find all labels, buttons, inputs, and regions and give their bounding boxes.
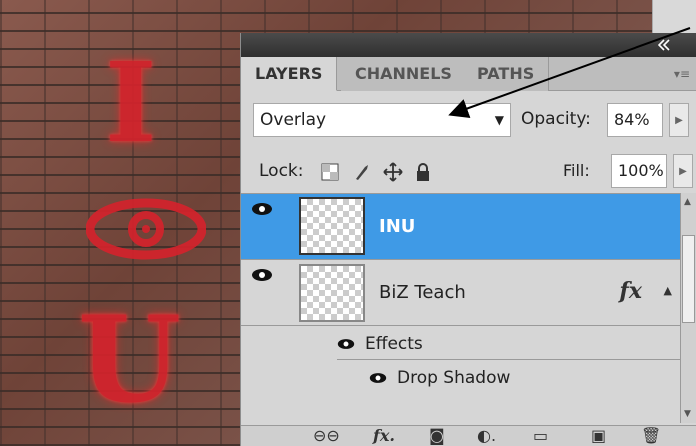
lock-position-icon[interactable] — [383, 162, 403, 182]
tab-paths[interactable]: PATHS — [463, 57, 550, 91]
tab-layers[interactable]: LAYERS — [241, 57, 338, 91]
new-group-icon[interactable]: ▭ — [533, 426, 548, 445]
delete-layer-icon[interactable]: 🗑 — [641, 426, 661, 445]
drop-shadow-eye-icon[interactable] — [369, 372, 387, 384]
collapse-panel-icon[interactable] — [658, 39, 670, 51]
lock-row: Lock: Fill: 100% ▶ — [253, 153, 696, 189]
layer-name[interactable]: BiZ Teach — [379, 282, 466, 303]
blend-mode-value: Overlay — [260, 110, 327, 130]
background-window-edge — [652, 0, 696, 36]
drop-shadow-label: Drop Shadow — [397, 368, 511, 388]
opacity-slider-button[interactable]: ▶ — [669, 103, 689, 137]
blend-mode-select[interactable]: Overlay ▼ — [253, 103, 511, 137]
graffiti-eye-icon — [86, 198, 206, 260]
chevron-down-icon[interactable]: ▼ — [495, 104, 504, 136]
lock-label: Lock: — [259, 161, 304, 181]
layers-scrollbar[interactable]: ▲ ▼ — [680, 193, 696, 423]
panel-titlebar[interactable] — [241, 33, 696, 57]
layers-panel: LAYERS CHANNELS PATHS ▾≡ Overlay ▼ Opaci… — [240, 33, 696, 446]
lock-image-pixels-icon[interactable] — [353, 163, 371, 181]
layer-row-biz-teach[interactable]: BiZ Teach fx ▲ — [241, 260, 696, 326]
scroll-down-icon[interactable]: ▼ — [684, 409, 691, 419]
effects-eye-icon[interactable] — [337, 338, 355, 350]
add-layer-style-icon[interactable]: fx. — [373, 426, 395, 445]
effects-group-row[interactable]: Effects — [337, 326, 696, 360]
fill-label: Fill: — [563, 161, 590, 180]
layer-thumbnail — [299, 197, 365, 255]
tab-channels[interactable]: CHANNELS — [341, 57, 467, 91]
layer-row-inu[interactable]: INU — [241, 194, 696, 260]
eye-visibility-icon[interactable] — [247, 268, 277, 312]
blend-row: Overlay ▼ Opacity: 84% ▶ — [253, 103, 696, 139]
new-layer-icon[interactable]: ▣ — [591, 426, 606, 445]
layers-list: INU BiZ Teach fx ▲ Effects Drop Shadow — [241, 193, 696, 423]
opacity-label: Opacity: — [521, 109, 591, 129]
effects-label: Effects — [365, 334, 423, 354]
fill-input[interactable]: 100% — [611, 154, 667, 188]
add-mask-icon[interactable]: ◙ — [429, 426, 445, 445]
scroll-up-icon[interactable]: ▲ — [684, 197, 691, 207]
graffiti-letter-u: U — [78, 290, 181, 429]
link-layers-icon[interactable]: ⊖⊖ — [313, 426, 340, 445]
graffiti-letter-i: I — [105, 38, 157, 167]
fill-slider-button[interactable]: ▶ — [673, 154, 693, 188]
adjustment-layer-icon[interactable]: ◐. — [477, 426, 496, 445]
drop-shadow-row[interactable]: Drop Shadow — [369, 360, 696, 394]
layer-name[interactable]: INU — [379, 216, 415, 237]
eye-visibility-icon[interactable] — [247, 202, 277, 246]
collapse-effects-icon[interactable]: ▲ — [664, 284, 672, 297]
lock-all-icon[interactable] — [415, 162, 431, 182]
fx-icon[interactable]: fx — [619, 278, 642, 304]
lock-transparent-pixels-icon[interactable] — [321, 163, 339, 181]
scroll-thumb[interactable] — [682, 235, 695, 323]
layer-thumbnail — [299, 264, 365, 322]
layers-bottom-toolbar: ⊖⊖ fx. ◙ ◐. ▭ ▣ 🗑 — [241, 425, 696, 446]
panel-tab-bar: LAYERS CHANNELS PATHS ▾≡ — [241, 57, 696, 91]
opacity-input[interactable]: 84% — [607, 103, 663, 137]
panel-menu-icon[interactable]: ▾≡ — [674, 67, 690, 81]
